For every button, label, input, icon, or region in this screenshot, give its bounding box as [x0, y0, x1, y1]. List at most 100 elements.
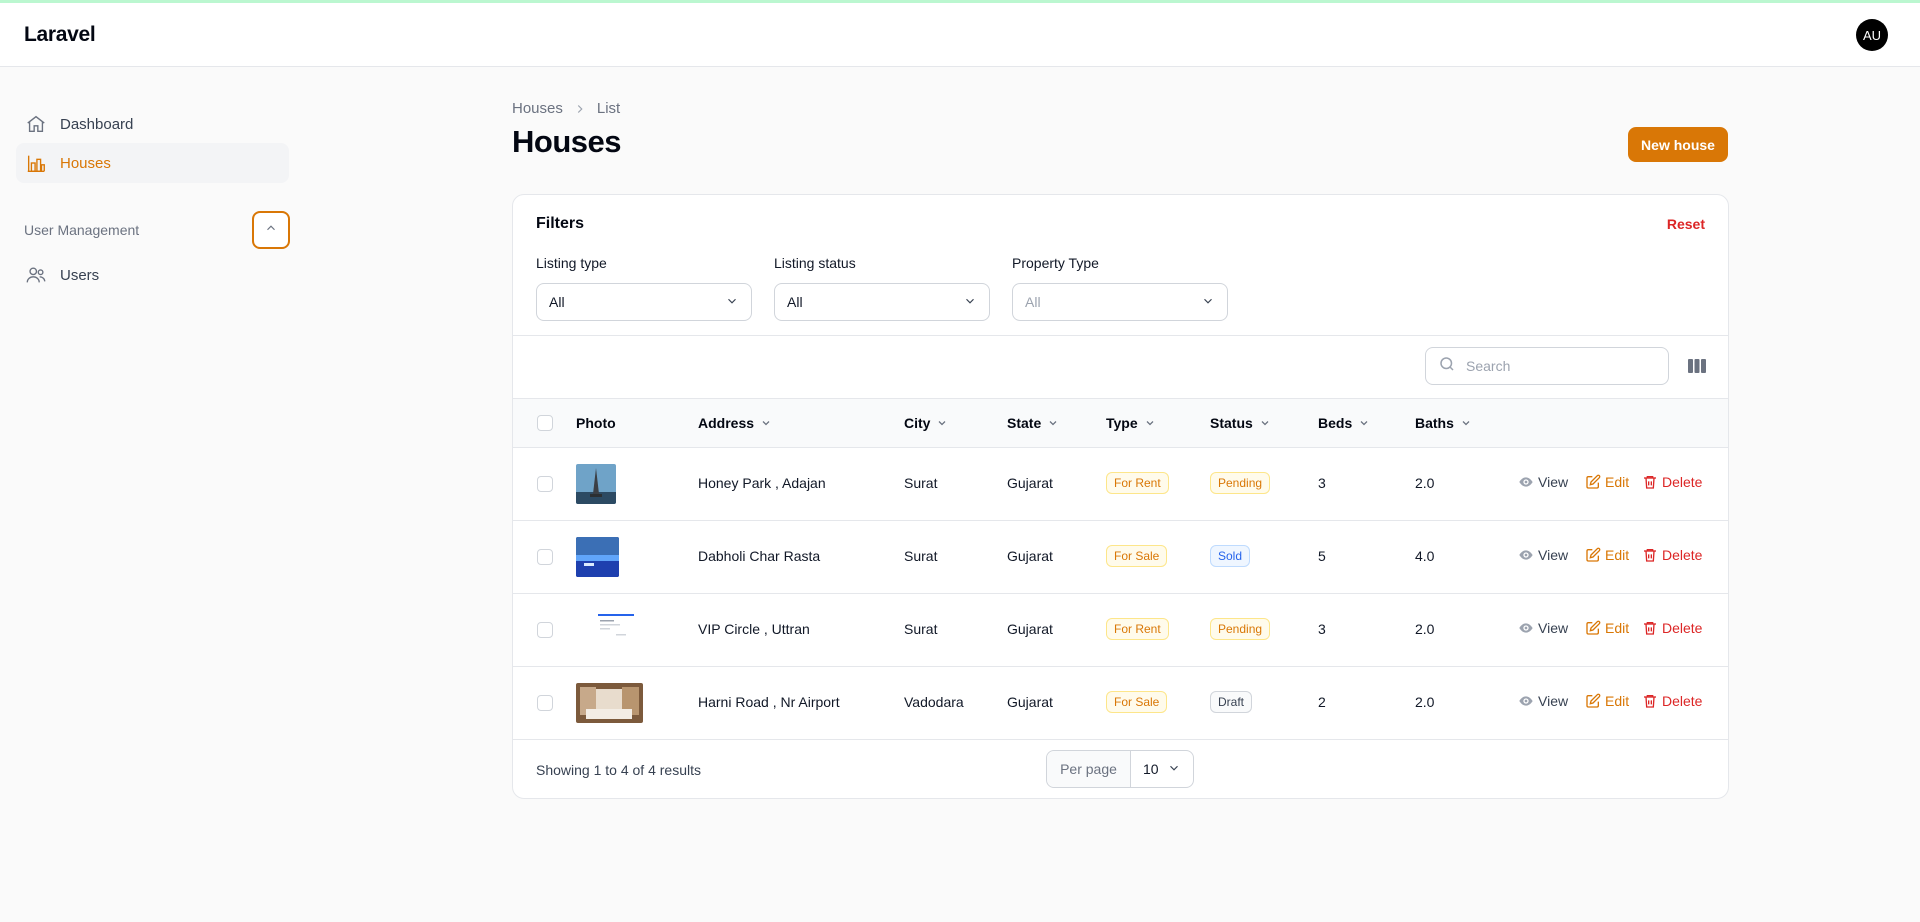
- user-avatar[interactable]: AU: [1856, 19, 1888, 51]
- column-photo: Photo: [576, 415, 616, 431]
- cell-city: Vadodara: [904, 694, 964, 710]
- search-input[interactable]: [1466, 358, 1656, 374]
- cell-address: VIP Circle , Uttran: [698, 621, 810, 637]
- edit-button[interactable]: Edit: [1585, 474, 1629, 490]
- trash-icon: [1644, 549, 1656, 562]
- per-page-select[interactable]: 10: [1131, 761, 1193, 778]
- delete-button[interactable]: Delete: [1642, 547, 1702, 563]
- table-row: Dabholi Char Rasta Surat Gujarat For Sal…: [513, 521, 1728, 594]
- listing-status-select[interactable]: All: [774, 283, 990, 321]
- new-house-button[interactable]: New house: [1628, 127, 1728, 162]
- brand-logo[interactable]: Laravel: [24, 23, 96, 47]
- sidebar-item-dashboard[interactable]: Dashboard: [16, 104, 289, 144]
- listing-type-select[interactable]: All: [536, 283, 752, 321]
- view-button[interactable]: View: [1518, 474, 1568, 490]
- divider: [513, 335, 1728, 336]
- chevron-down-icon: [1167, 761, 1181, 778]
- eye-icon: [1519, 623, 1533, 633]
- status-badge: Pending: [1210, 618, 1271, 640]
- per-page-value: 10: [1143, 761, 1159, 777]
- cell-state: Gujarat: [1007, 694, 1053, 710]
- trash-icon: [1644, 622, 1656, 635]
- house-photo: [576, 610, 656, 650]
- pencil-square-icon: [1586, 620, 1601, 635]
- delete-button[interactable]: Delete: [1642, 620, 1702, 636]
- users-icon: [24, 263, 48, 287]
- pencil-square-icon: [1586, 693, 1601, 708]
- cell-state: Gujarat: [1007, 475, 1053, 491]
- group-collapse-button[interactable]: [252, 211, 290, 249]
- topbar: Laravel AU: [0, 3, 1920, 67]
- cell-baths: 4.0: [1415, 548, 1435, 564]
- sort-chevron-icon: [1259, 417, 1271, 429]
- sidebar-item-label: Users: [60, 266, 100, 284]
- sidebar-item-houses[interactable]: Houses: [16, 143, 289, 183]
- sort-chevron-icon: [1460, 417, 1472, 429]
- status-badge: Sold: [1210, 545, 1251, 567]
- row-checkbox[interactable]: [537, 695, 553, 711]
- breadcrumb-list: List: [596, 100, 621, 117]
- sort-chevron-icon: [1144, 417, 1156, 429]
- edit-button[interactable]: Edit: [1585, 547, 1629, 563]
- edit-button[interactable]: Edit: [1585, 693, 1629, 709]
- select-value: All: [1025, 294, 1041, 310]
- column-status[interactable]: Status: [1210, 415, 1271, 431]
- row-checkbox[interactable]: [537, 476, 553, 492]
- filter-label: Property Type: [1012, 255, 1099, 271]
- delete-button[interactable]: Delete: [1642, 693, 1702, 709]
- sidebar-item-label: Dashboard: [60, 115, 134, 133]
- status-badge: Draft: [1210, 691, 1253, 713]
- chevron-up-icon: [264, 221, 278, 240]
- cell-state: Gujarat: [1007, 548, 1053, 564]
- breadcrumb-houses[interactable]: Houses: [512, 100, 563, 117]
- cell-beds: 2: [1318, 694, 1326, 710]
- cell-baths: 2.0: [1415, 475, 1435, 491]
- view-button[interactable]: View: [1518, 547, 1568, 563]
- cell-beds: 3: [1318, 475, 1326, 491]
- filter-listing-type: Listing type All: [536, 255, 752, 321]
- reset-filters-button[interactable]: Reset: [1667, 216, 1705, 232]
- sidebar-item-users[interactable]: Users: [16, 255, 289, 295]
- table-row: Honey Park , Adajan Surat Gujarat For Re…: [513, 448, 1728, 521]
- filter-property-type: Property Type All: [1012, 255, 1228, 321]
- type-badge: For Sale: [1106, 691, 1168, 713]
- page-title: Houses: [512, 124, 621, 159]
- eye-icon: [1519, 550, 1533, 560]
- row-checkbox[interactable]: [537, 622, 553, 638]
- type-badge: For Rent: [1106, 472, 1169, 494]
- view-button[interactable]: View: [1518, 693, 1568, 709]
- row-checkbox[interactable]: [537, 549, 553, 565]
- filters-title: Filters: [536, 215, 585, 232]
- cell-city: Surat: [904, 475, 938, 491]
- column-type[interactable]: Type: [1106, 415, 1156, 431]
- cell-city: Surat: [904, 548, 938, 564]
- search-box[interactable]: [1425, 347, 1669, 385]
- house-photo: [576, 537, 619, 577]
- pagination-summary: Showing 1 to 4 of 4 results: [536, 762, 701, 778]
- view-button[interactable]: View: [1518, 620, 1568, 636]
- cell-baths: 2.0: [1415, 621, 1435, 637]
- chevron-down-icon: [725, 294, 739, 311]
- column-baths[interactable]: Baths: [1415, 415, 1472, 431]
- cell-state: Gujarat: [1007, 621, 1053, 637]
- column-city[interactable]: City: [904, 415, 948, 431]
- cell-beds: 5: [1318, 548, 1326, 564]
- delete-button[interactable]: Delete: [1642, 474, 1702, 490]
- column-state[interactable]: State: [1007, 415, 1059, 431]
- chevron-down-icon: [1201, 294, 1215, 311]
- edit-button[interactable]: Edit: [1585, 620, 1629, 636]
- property-type-select[interactable]: All: [1012, 283, 1228, 321]
- column-address[interactable]: Address: [698, 415, 772, 431]
- breadcrumb: Houses List: [512, 100, 620, 117]
- toggle-columns-icon[interactable]: [1687, 356, 1707, 376]
- column-beds[interactable]: Beds: [1318, 415, 1370, 431]
- cell-city: Surat: [904, 621, 938, 637]
- sidebar-group-label: User Management: [24, 222, 140, 238]
- type-badge: For Sale: [1106, 545, 1168, 567]
- status-badge: Pending: [1210, 472, 1271, 494]
- chevron-right-icon: [573, 102, 587, 116]
- filter-label: Listing status: [774, 255, 856, 271]
- chart-building-icon: [24, 151, 48, 175]
- select-all-checkbox[interactable]: [537, 415, 553, 431]
- table-row: VIP Circle , Uttran Surat Gujarat For Re…: [513, 594, 1728, 667]
